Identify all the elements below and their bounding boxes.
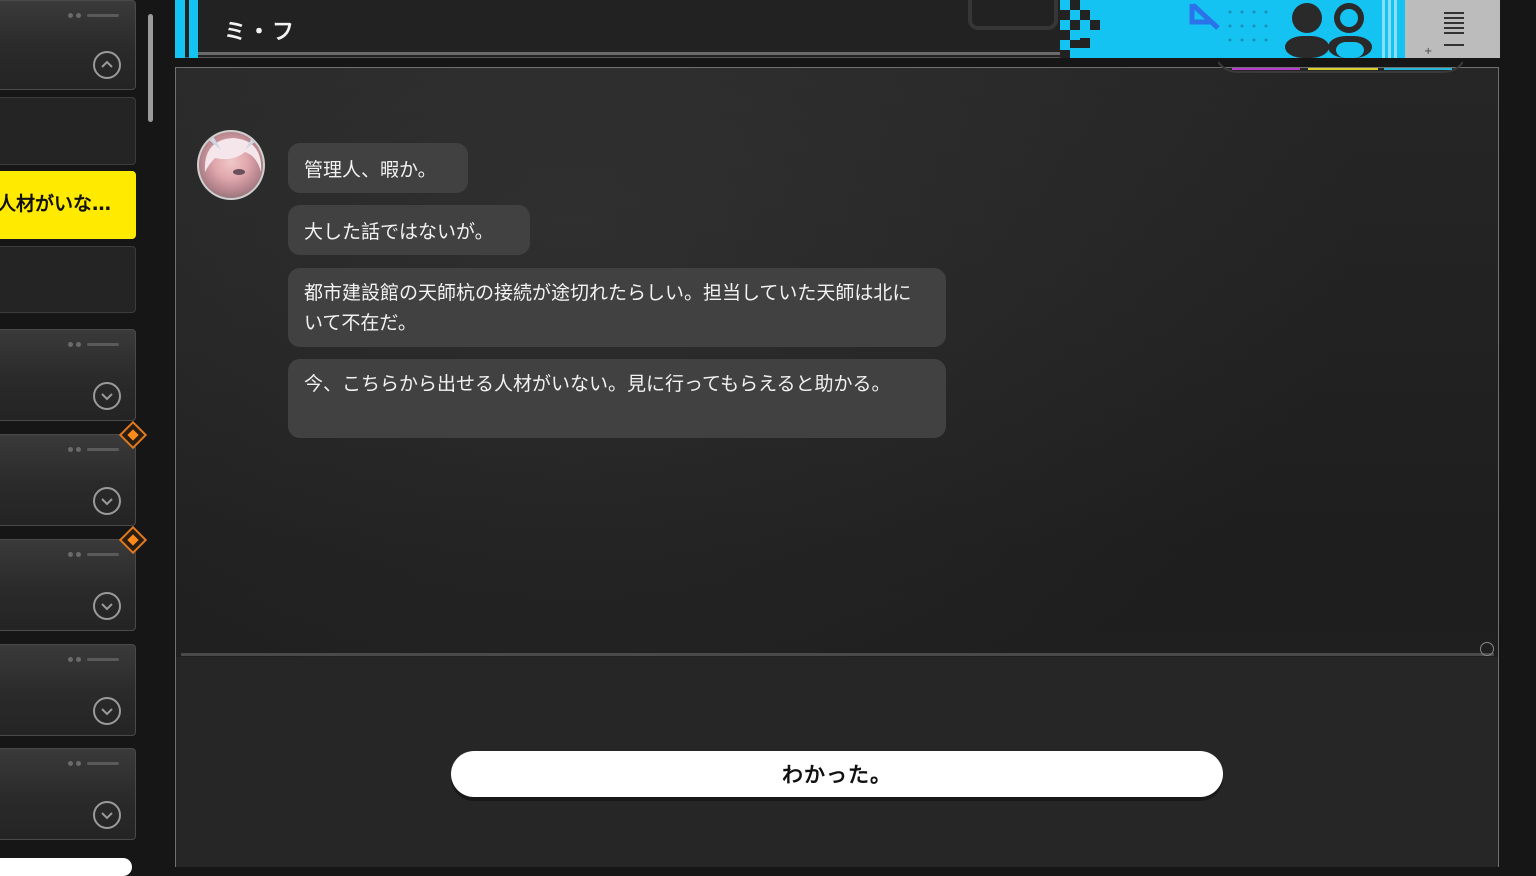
chevron-down-icon[interactable] [93,697,121,725]
conversation-item[interactable] [0,246,136,313]
message-bubble: 大した話ではないが。 [288,205,530,255]
reply-option-button[interactable]: わかった。 [451,751,1223,797]
conversation-item[interactable] [0,644,136,736]
divider [181,653,1494,656]
chevron-down-icon[interactable] [93,382,121,410]
contact-name: ミ・フ [224,20,297,45]
conversation-item-partial[interactable] [0,858,132,876]
conversation-item[interactable] [0,748,136,840]
chevron-down-icon[interactable] [93,801,121,829]
message-bubble: 管理人、暇か。 [288,143,468,193]
sidebar-scrollbar[interactable] [148,14,153,122]
header-accent-bar [189,0,198,58]
conversation-item[interactable] [0,434,136,526]
contact-avatar [197,130,265,200]
header-underline [198,52,1068,55]
conversation-item-active[interactable]: 人材がいな… [0,171,136,239]
corner-circle-icon [1480,642,1494,656]
header-accent-bar [175,0,185,58]
svg-text:+: + [1424,46,1432,57]
conversation-item-label: 人材がいな… [0,193,112,215]
chevron-up-icon[interactable] [93,51,121,79]
signal-dots-icon [68,342,119,347]
message-bubble: 都市建設館の天師杭の接続が途切れたらしい。担当していた天師は北にいて不在だ。 [288,268,946,347]
message-bubble: 今、こちらから出せる人材がいない。見に行ってもらえると助かる。 [288,359,946,438]
header-decoration: + [1060,0,1500,58]
conversation-item[interactable] [0,329,136,421]
conversation-item[interactable] [0,539,136,631]
signal-dots-icon [68,657,119,662]
header-color-lines [1218,61,1463,73]
chevron-down-icon[interactable] [93,592,121,620]
signal-dots-icon [68,761,119,766]
signal-dots-icon [68,447,119,452]
signal-dots-icon [68,13,119,18]
header-ghost-shape [968,0,1058,30]
conversation-item[interactable] [0,97,136,165]
checker-pattern-icon: + [1060,0,1500,58]
chevron-down-icon[interactable] [93,487,121,515]
conversation-list: 人材がいな… [0,0,160,876]
conversation-item[interactable] [0,0,136,90]
signal-dots-icon [68,552,119,557]
